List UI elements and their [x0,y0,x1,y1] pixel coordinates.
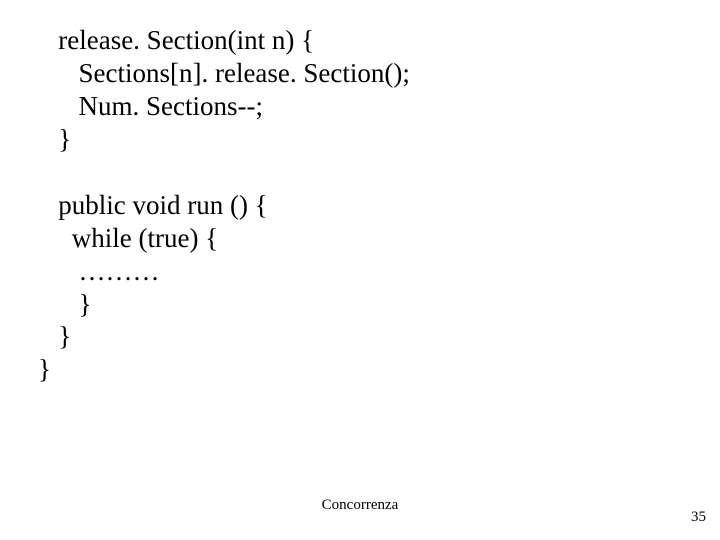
code-line: } [38,321,71,351]
page-number: 35 [691,509,706,526]
code-line: public void run () { [38,190,268,220]
code-line: ……… [38,256,160,286]
code-block: release. Section(int n) { Sections[n]. r… [38,24,410,386]
footer-label: Concorrenza [322,497,399,514]
code-line: } [38,124,71,154]
code-line: Num. Sections--; [38,91,263,121]
code-line: while (true) { [38,223,218,253]
code-line: } [38,354,51,384]
code-line: release. Section(int n) { [38,25,314,55]
code-line: } [38,289,91,319]
code-line: Sections[n]. release. Section(); [38,58,410,88]
slide: release. Section(int n) { Sections[n]. r… [0,0,720,540]
